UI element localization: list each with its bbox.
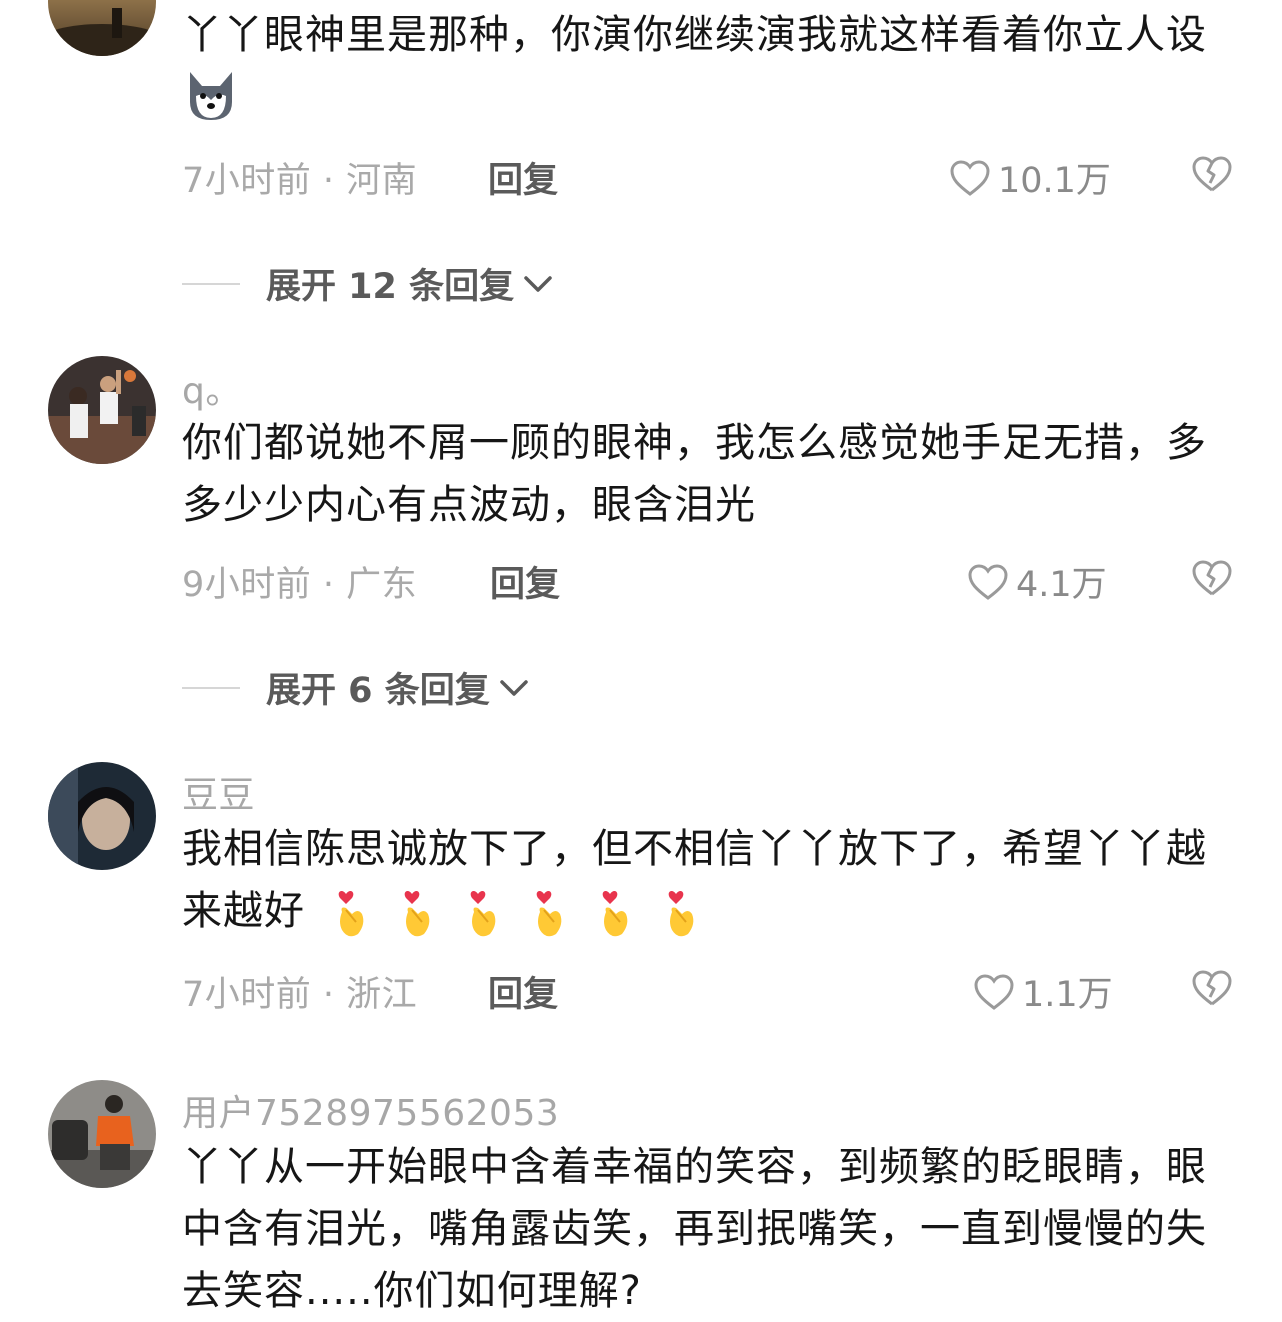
like-count: 1.1万 [1022, 975, 1113, 1015]
expand-replies-label: 展开 12 条回复 [266, 267, 515, 307]
comment-meta: 9小时前 · 广东 [182, 565, 418, 605]
expand-replies-button[interactable]: 展开 12 条回复 [182, 258, 554, 309]
chevron-down-icon [524, 275, 552, 292]
avatar[interactable] [48, 1080, 156, 1188]
username[interactable]: 豆豆 [182, 766, 255, 818]
avatar[interactable] [48, 0, 156, 56]
finger-heart-emoji [404, 891, 430, 937]
like-count: 4.1万 [1016, 565, 1107, 605]
finger-heart-emoji [602, 891, 628, 937]
avatar[interactable] [48, 762, 156, 870]
broken-heart-icon[interactable] [1190, 558, 1234, 598]
comment-meta: 7小时前 · 河南 [182, 161, 418, 201]
reply-button[interactable]: 回复 [488, 152, 558, 203]
avatar[interactable] [48, 356, 156, 464]
finger-heart-emoji [470, 891, 496, 937]
finger-heart-emoji-group [305, 888, 715, 937]
like-button[interactable]: 10.1万 [948, 152, 1111, 203]
chevron-down-icon [499, 679, 528, 696]
divider [182, 686, 240, 689]
like-button[interactable]: 1.1万 [972, 966, 1113, 1017]
broken-heart-icon[interactable] [1190, 968, 1234, 1008]
like-button[interactable]: 4.1万 [966, 556, 1107, 607]
broken-heart-icon[interactable] [1190, 154, 1234, 194]
finger-heart-emoji [668, 891, 694, 937]
divider [182, 282, 240, 285]
comment-text: 我相信陈思诚放下了，但不相信丫丫放下了，希望丫丫越来越好 [182, 818, 1242, 942]
username[interactable]: 用户7528975562053 [182, 1084, 559, 1136]
reply-button[interactable]: 回复 [490, 556, 560, 607]
comment-text: 丫丫眼神里是那种，你演你继续演我就这样看着你立人设 [182, 4, 1242, 142]
expand-replies-button[interactable]: 展开 6 条回复 [182, 662, 530, 713]
username[interactable]: q。 [182, 362, 242, 414]
heart-outline-icon [950, 159, 990, 196]
comment-text: 丫丫从一开始眼中含着幸福的笑容，到频繁的眨眼睛，眼中含有泪光，嘴角露齿笑，再到抿… [182, 1144, 1207, 1314]
comment-text: 你们都说她不屑一顾的眼神，我怎么感觉她手足无措，多多少少内心有点波动，眼含泪光 [182, 420, 1207, 528]
finger-heart-emoji [536, 891, 562, 937]
like-count: 10.1万 [998, 161, 1111, 201]
reply-button[interactable]: 回复 [488, 966, 558, 1017]
heart-outline-icon [974, 973, 1014, 1010]
husky-dog-emoji [182, 66, 240, 142]
comment-meta: 7小时前 · 浙江 [182, 975, 418, 1015]
expand-replies-label: 展开 6 条回复 [266, 671, 490, 711]
heart-outline-icon [968, 563, 1008, 600]
finger-heart-emoji [338, 891, 364, 937]
